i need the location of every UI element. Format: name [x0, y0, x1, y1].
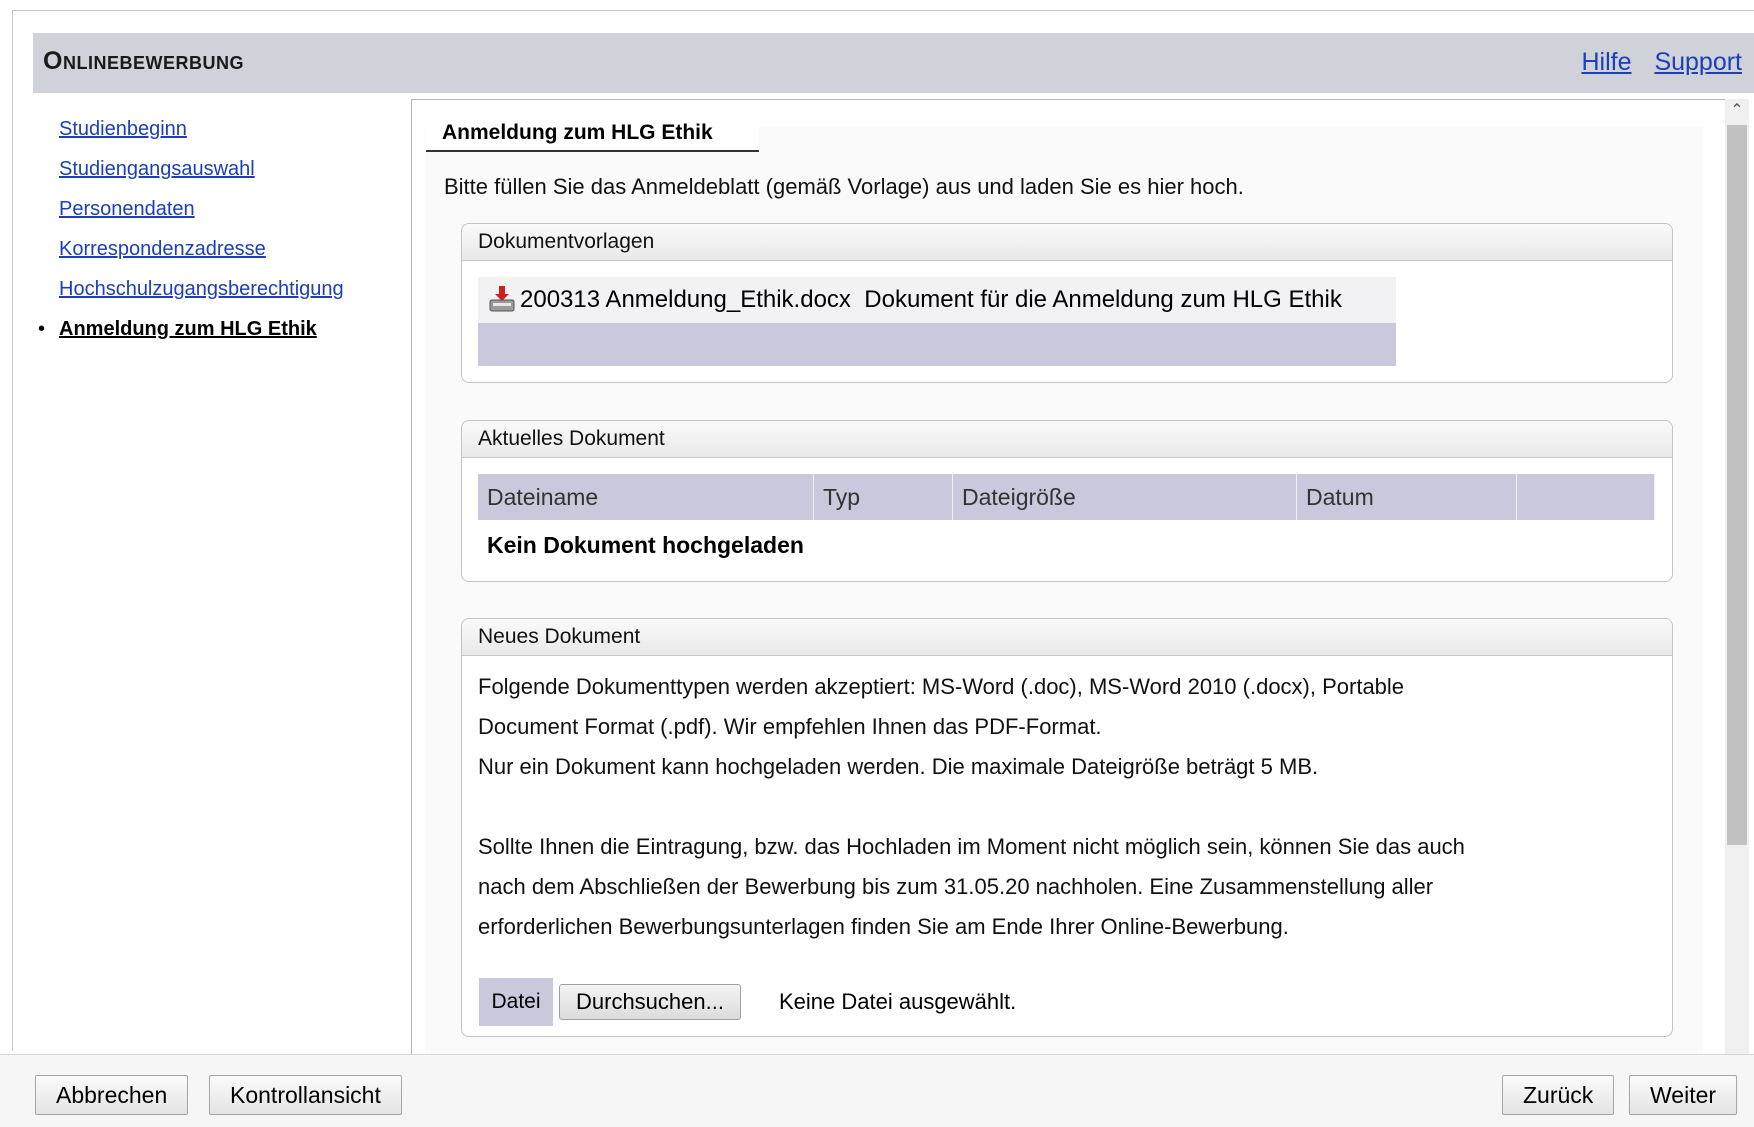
no-file-status: Keine Datei ausgewählt.: [779, 989, 1017, 1014]
page-title: Anmeldung zum HLG Ethik: [442, 121, 713, 144]
panel-dokumentvorlagen: Dokumentvorlagen 200313 Anmeldung_Ethik.…: [461, 223, 1673, 383]
browse-button[interactable]: Durchsuchen...: [559, 984, 741, 1020]
template-file-text[interactable]: 200313 Anmeldung_Ethik.docx Dokument für…: [520, 286, 1342, 314]
template-file-desc: Dokument für die Anmeldung zum HLG Ethik: [864, 286, 1342, 313]
file-label: Datei: [479, 978, 553, 1026]
sidebar-link[interactable]: Korrespondenzadresse: [59, 238, 266, 260]
back-button[interactable]: Zurück: [1502, 1075, 1615, 1115]
sidebar-item-personendaten: Personendaten: [34, 198, 404, 238]
sidebar-item-korrespondenzadresse: Korrespondenzadresse: [34, 238, 404, 278]
column-header-typ: Typ: [813, 474, 953, 520]
column-header-actions: [1516, 474, 1655, 520]
sidebar-item-studienbeginn: Studienbeginn: [34, 118, 404, 158]
column-header-dateigroesse: Dateigröße: [952, 474, 1297, 520]
sidebar-item-anmeldung-hlg-ethik: • Anmeldung zum HLG Ethik: [34, 318, 404, 358]
template-row-band: [478, 323, 1396, 366]
panel-neues-dokument: Neues Dokument Folgende Dokumenttypen we…: [461, 618, 1673, 1037]
next-button[interactable]: Weiter: [1629, 1075, 1738, 1115]
active-bullet-icon: •: [38, 318, 46, 340]
review-button[interactable]: Kontrollansicht: [209, 1075, 402, 1115]
instruction-line: Folgende Dokumenttypen werden akzeptiert…: [478, 674, 1405, 699]
footer-bar: Abbrechen Kontrollansicht Zurück Weiter: [0, 1054, 1754, 1127]
upload-instructions: Folgende Dokumenttypen werden akzeptiert…: [478, 667, 1658, 947]
column-header-datum: Datum: [1296, 474, 1517, 520]
panel-header: Dokumentvorlagen: [462, 224, 1672, 261]
template-file-name[interactable]: 200313 Anmeldung_Ethik.docx: [520, 286, 851, 313]
instruction-line: Sollte Ihnen die Eintragung, bzw. das Ho…: [478, 834, 1465, 859]
empty-message: Kein Dokument hochgeladen: [487, 532, 804, 558]
cancel-button[interactable]: Abbrechen: [35, 1075, 189, 1115]
help-link[interactable]: Hilfe: [1581, 48, 1631, 76]
instruction-line: Nur ein Dokument kann hochgeladen werden…: [478, 754, 1319, 779]
app-title: Onlinebewerbung: [43, 47, 244, 75]
instruction-line: erforderlichen Bewerbungsunterlagen find…: [478, 914, 1289, 939]
header-bar: Onlinebewerbung Hilfe Support: [33, 33, 1754, 93]
support-link[interactable]: Support: [1654, 48, 1742, 76]
sidebar-link-active[interactable]: Anmeldung zum HLG Ethik: [59, 318, 317, 340]
page-tab: Anmeldung zum HLG Ethik: [426, 118, 759, 152]
sidebar-item-hochschulzugangsberechtigung: Hochschulzugangsberechtigung: [34, 278, 404, 318]
scroll-thumb[interactable]: [1727, 125, 1747, 845]
document-table: Dateiname Typ Dateigröße Datum: [478, 474, 1655, 520]
sidebar-nav: Studienbeginn Studiengangsauswahl Person…: [34, 118, 404, 358]
sidebar-link[interactable]: Hochschulzugangsberechtigung: [59, 278, 344, 300]
instruction-line: Document Format (.pdf). Wir empfehlen Ih…: [478, 714, 1102, 739]
intro-text: Bitte füllen Sie das Anmeldeblatt (gemäß…: [444, 174, 1244, 199]
column-header-dateiname: Dateiname: [478, 474, 814, 520]
download-icon: [489, 286, 515, 312]
instruction-line: nach dem Abschließen der Bewerbung bis z…: [478, 874, 1434, 899]
table-header-row: Dateiname Typ Dateigröße Datum: [478, 474, 1655, 520]
sidebar-item-studiengangsauswahl: Studiengangsauswahl: [34, 158, 404, 198]
panel-header: Aktuelles Dokument: [462, 421, 1672, 458]
sidebar-link[interactable]: Personendaten: [59, 198, 195, 220]
scroll-up-icon[interactable]: ⌃: [1725, 99, 1749, 123]
panel-header: Neues Dokument: [462, 619, 1672, 656]
content-scrollbar[interactable]: ⌃: [1725, 99, 1749, 1054]
sidebar-link[interactable]: Studienbeginn: [59, 118, 187, 140]
template-file-row[interactable]: 200313 Anmeldung_Ethik.docx Dokument für…: [478, 277, 1396, 323]
header-links: Hilfe Support: [1565, 48, 1742, 77]
sidebar-link[interactable]: Studiengangsauswahl: [59, 158, 255, 180]
panel-aktuelles-dokument: Aktuelles Dokument Dateiname Typ Dateigr…: [461, 420, 1673, 582]
